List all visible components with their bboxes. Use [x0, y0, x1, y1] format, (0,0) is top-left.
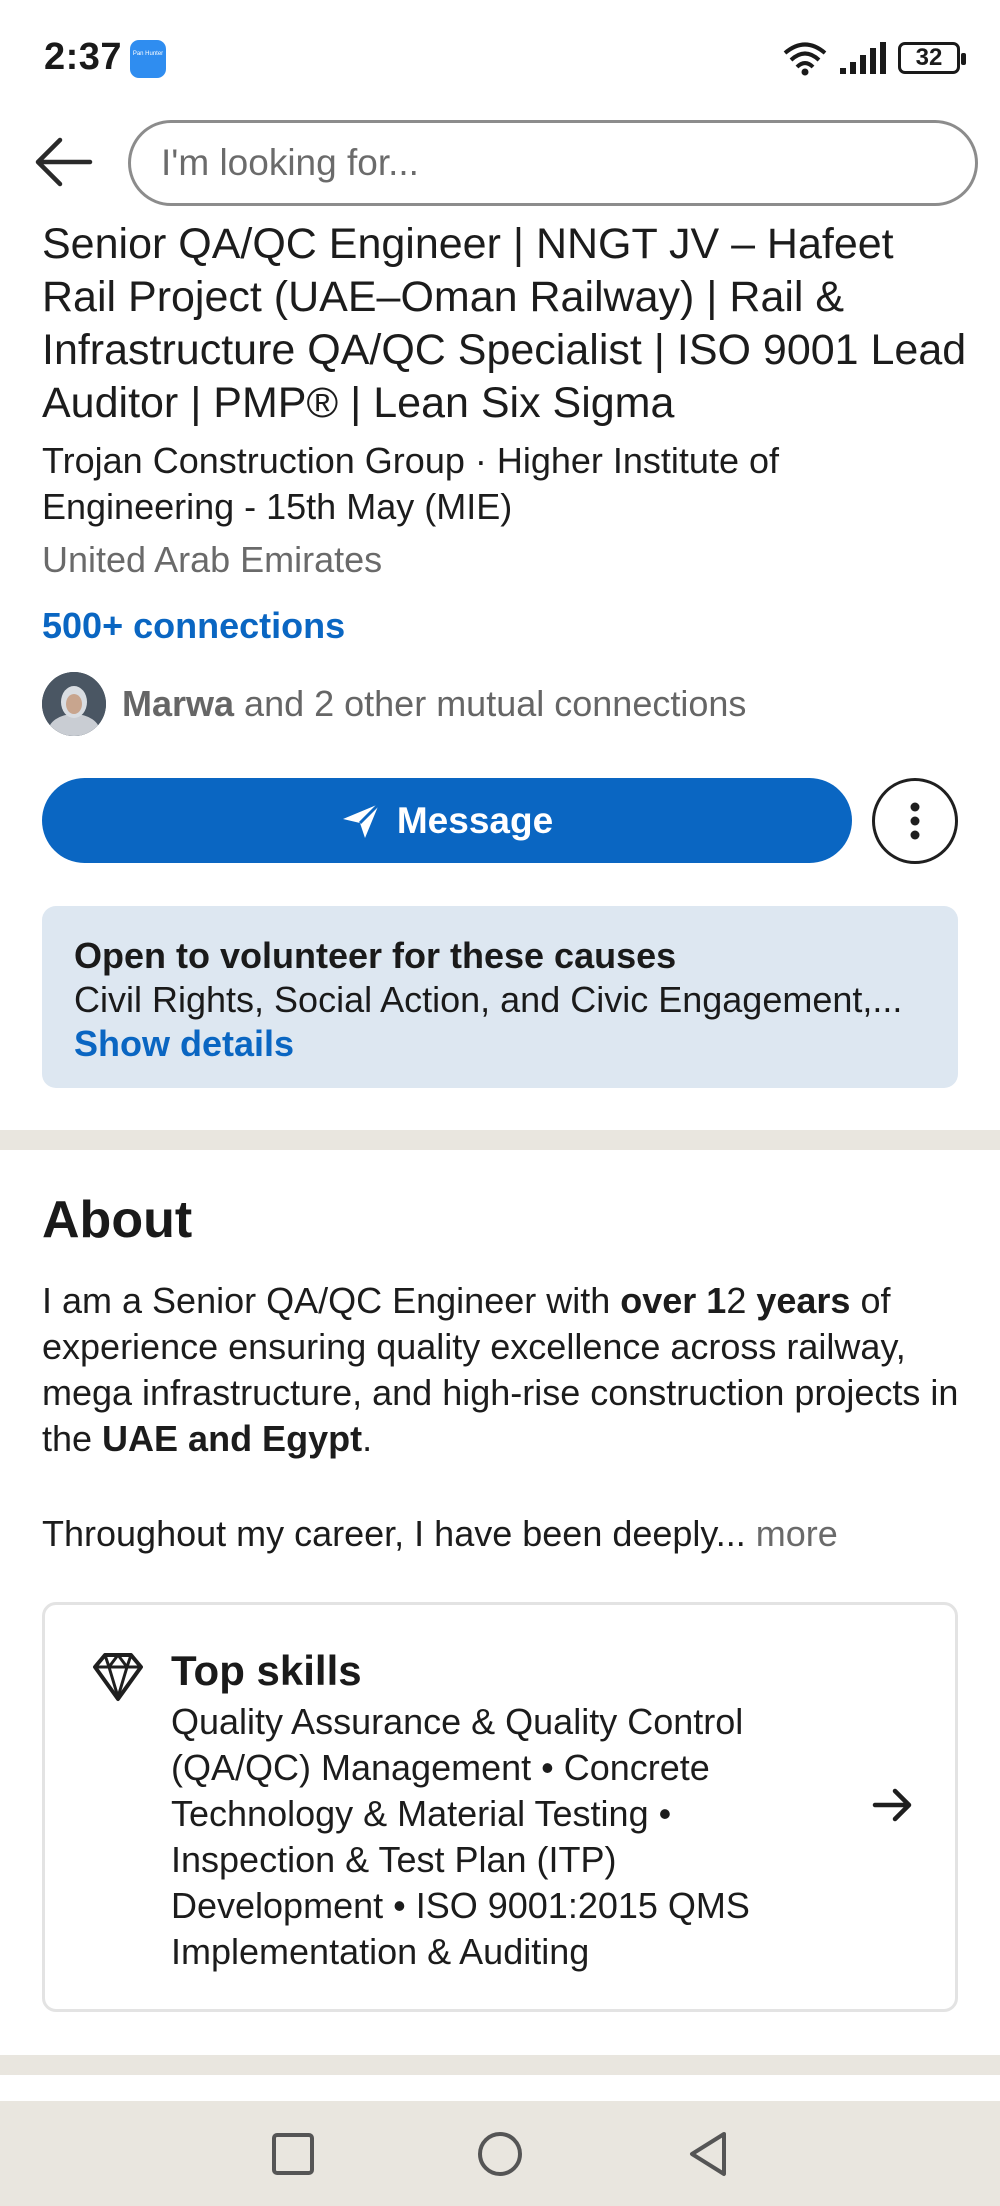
message-label: Message — [396, 799, 554, 841]
section-divider — [0, 2055, 1000, 2075]
home-icon[interactable] — [475, 2129, 525, 2179]
status-bar: 2:37 Pan Hunter 32 — [0, 0, 1000, 115]
section-divider — [0, 1130, 1000, 1150]
recent-apps-icon[interactable] — [268, 2129, 318, 2179]
back-nav-icon[interactable] — [684, 2129, 734, 2179]
show-details-link[interactable]: Show details — [74, 1022, 926, 1066]
vertical-ellipsis-icon — [910, 802, 920, 840]
battery-indicator: 32 — [898, 42, 966, 74]
avatar — [42, 672, 106, 736]
top-skills-list: Quality Assurance & Quality Control (QA/… — [171, 1701, 750, 1972]
system-nav-bar — [0, 2101, 1000, 2206]
status-time: 2:37 — [44, 36, 123, 78]
app-notification-icon: Pan Hunter — [130, 40, 166, 78]
search-input[interactable] — [161, 142, 975, 184]
about-heading: About — [42, 1191, 193, 1249]
about-more-link[interactable]: more — [746, 1513, 838, 1554]
arrow-right-icon — [872, 1788, 912, 1822]
connections-link[interactable]: 500+ connections — [42, 605, 345, 647]
arrow-left-icon — [35, 137, 93, 187]
search-box[interactable] — [128, 120, 978, 206]
send-icon — [342, 802, 380, 838]
about-text: I am a Senior QA/QC Engineer with over 1… — [42, 1280, 959, 1459]
volunteer-card: Open to volunteer for these causes Civil… — [42, 906, 958, 1088]
message-button[interactable]: Message — [42, 778, 852, 863]
diamond-icon — [93, 1653, 143, 1701]
volunteer-title: Open to volunteer for these causes — [74, 935, 677, 976]
about-text-truncated: Throughout my career, I have been deeply… — [42, 1513, 838, 1554]
wifi-icon — [783, 42, 827, 76]
mutual-connections[interactable]: Marwa and 2 other mutual connections — [42, 672, 746, 736]
profile-location: United Arab Emirates — [42, 539, 383, 580]
signal-icon — [840, 42, 886, 74]
profile-company-education[interactable]: Trojan Construction Group · Higher Insti… — [42, 438, 942, 530]
more-options-button[interactable] — [872, 778, 958, 864]
mutual-text: and 2 other mutual connections — [234, 683, 747, 724]
status-icons: 32 — [782, 38, 966, 78]
back-button[interactable] — [34, 136, 94, 188]
top-skills-title: Top skills — [171, 1647, 362, 1694]
profile-headline: Senior QA/QC Engineer | NNGT JV – Hafeet… — [42, 220, 967, 427]
top-skills-card[interactable]: Top skills Quality Assurance & Quality C… — [42, 1602, 958, 2012]
volunteer-causes: Civil Rights, Social Action, and Civic E… — [74, 979, 903, 1020]
mutual-name: Marwa — [122, 683, 235, 724]
